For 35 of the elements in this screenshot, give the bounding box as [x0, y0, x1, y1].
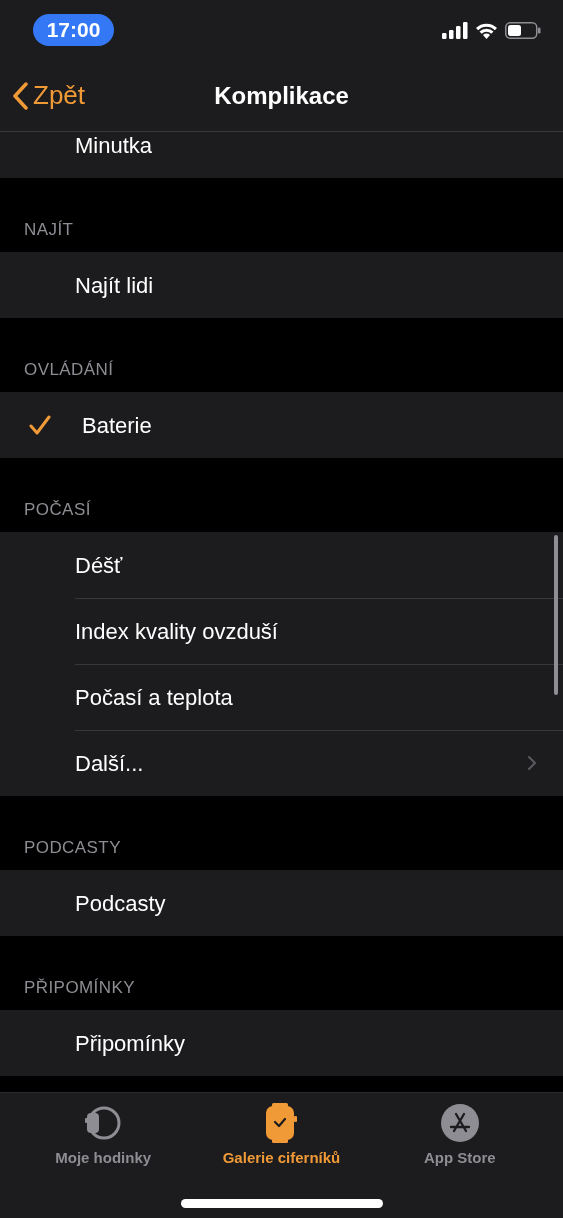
row-label: Podcasty	[75, 889, 166, 918]
status-time: 17:00	[33, 14, 114, 46]
list-row[interactable]: Počasí a teplota	[0, 664, 563, 730]
chevron-left-icon	[12, 81, 29, 110]
tab[interactable]: Moje hodinky	[18, 1103, 189, 1170]
tab[interactable]: App Store	[374, 1103, 545, 1170]
back-button[interactable]: Zpět	[12, 76, 86, 115]
nav-title: Komplikace	[214, 80, 349, 111]
list-row[interactable]: Minutka	[0, 132, 563, 178]
row-label: Připomínky	[75, 1029, 186, 1058]
section-header: POČASÍ	[24, 498, 91, 521]
row-label: Další...	[75, 749, 144, 778]
row-label: Najít lidi	[75, 271, 154, 300]
list-row[interactable]: Připomínky	[0, 1010, 563, 1076]
list-row[interactable]: Baterie	[0, 392, 563, 458]
section-header: PŘIPOMÍNKY	[24, 976, 135, 999]
section-header: OVLÁDÁNÍ	[24, 358, 114, 381]
tab[interactable]: Galerie ciferníků	[196, 1103, 367, 1170]
list-row[interactable]: Déšť	[0, 532, 563, 598]
watch-face-icon	[265, 1103, 298, 1143]
list-row[interactable]: Další...	[0, 730, 563, 796]
section-header: PODCASTY	[24, 836, 121, 859]
app-store-icon	[440, 1104, 479, 1142]
row-label: Minutka	[75, 132, 153, 160]
section-header: NAJÍT	[24, 218, 74, 241]
list-row[interactable]: Najít lidi	[0, 252, 563, 318]
battery-icon	[505, 21, 541, 39]
list-row[interactable]: Podcasty	[0, 870, 563, 936]
row-label: Déšť	[75, 551, 123, 580]
row-label: Počasí a teplota	[75, 683, 233, 712]
list-row[interactable]: Index kvality ovzduší	[0, 598, 563, 664]
row-label: Baterie	[82, 411, 152, 440]
signal-icon	[442, 21, 468, 39]
wifi-icon	[475, 21, 498, 39]
row-label: Index kvality ovzduší	[75, 617, 278, 646]
